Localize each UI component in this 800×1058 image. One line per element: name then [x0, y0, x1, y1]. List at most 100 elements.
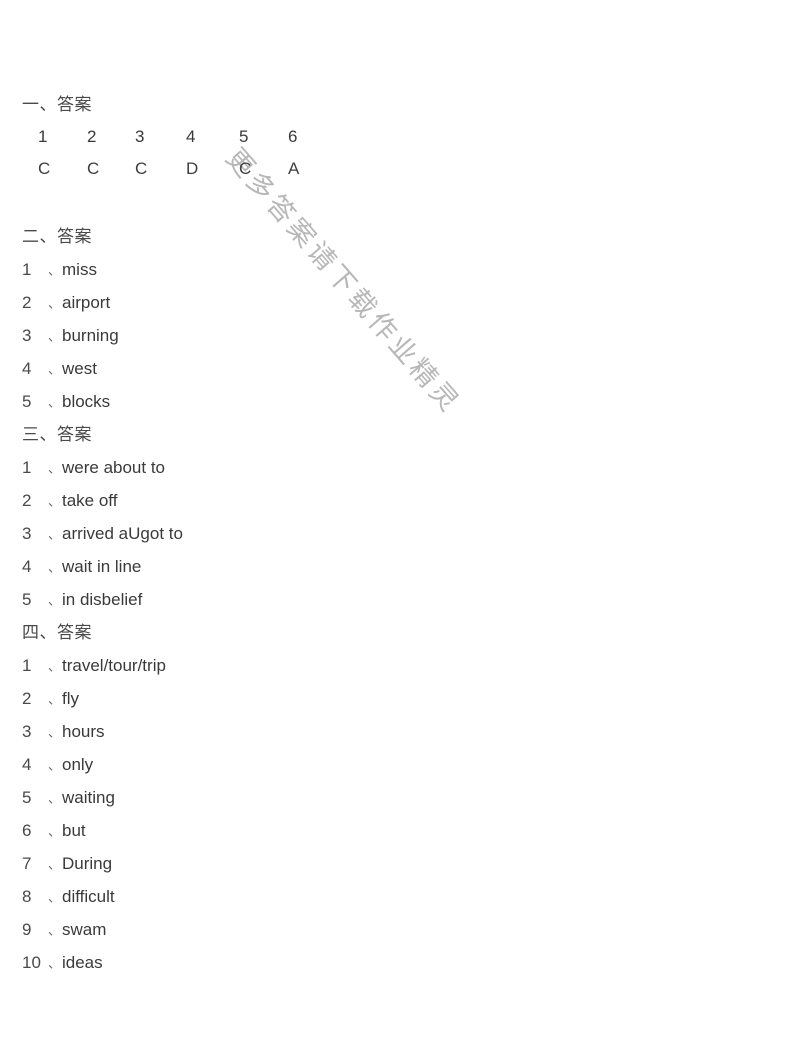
item-separator: 、	[48, 890, 62, 905]
answer-value-2: C	[87, 159, 100, 178]
answer-key-page: 更多答案请下载作业精灵 一、答案 1 2 3 4 5 6 C C C D C A…	[0, 0, 800, 1058]
item-answer: travel/tour/trip	[62, 656, 166, 675]
section-4-heading: 四、答案	[22, 623, 92, 642]
section-3: 三、答案 1 、were about to 2 、take off 3 、arrive…	[0, 418, 800, 616]
item-answer: were about to	[62, 458, 166, 477]
item-separator: 、	[48, 758, 62, 773]
item-number: 3	[22, 722, 32, 741]
item-answer: but	[62, 821, 86, 840]
item-number: 2	[22, 491, 32, 510]
list-item: 3 、burning	[0, 319, 800, 352]
list-item: 1 、travel/tour/trip	[0, 649, 800, 682]
item-number: 9	[22, 920, 32, 939]
item-separator: 、	[48, 956, 62, 971]
item-separator: 、	[48, 494, 62, 509]
item-answer: airport	[62, 293, 111, 312]
item-number: 3	[22, 524, 32, 543]
item-separator: 、	[48, 923, 62, 938]
answer-grid-header-row: 1 2 3 4 5 6	[0, 121, 800, 153]
section-1-heading: 一、答案	[22, 95, 92, 114]
item-number: 7	[22, 854, 32, 873]
answer-column-1: 1	[38, 127, 48, 146]
item-number: 4	[22, 359, 32, 378]
item-answer: burning	[62, 326, 119, 345]
answer-column-3: 3	[135, 127, 145, 146]
item-answer: in disbelief	[62, 590, 143, 609]
list-item: 5 、in disbelief	[0, 583, 800, 616]
list-item: 5 、blocks	[0, 385, 800, 418]
answer-column-4: 4	[186, 127, 196, 146]
item-separator: 、	[48, 659, 62, 674]
item-separator: 、	[48, 362, 62, 377]
list-item: 2 、fly	[0, 682, 800, 715]
list-item: 3 、arrived aUgot to	[0, 517, 800, 550]
item-number: 4	[22, 557, 32, 576]
item-separator: 、	[48, 692, 62, 707]
list-item: 1 、miss	[0, 253, 800, 286]
item-answer: swam	[62, 920, 107, 939]
item-separator: 、	[48, 461, 62, 476]
item-answer: west	[62, 359, 97, 378]
item-number: 2	[22, 293, 32, 312]
item-answer: During	[62, 854, 113, 873]
section-2-heading: 二、答案	[22, 227, 92, 246]
item-separator: 、	[48, 857, 62, 872]
answer-column-6: 6	[288, 127, 298, 146]
item-number: 1	[22, 260, 32, 279]
item-number: 10	[22, 953, 41, 972]
item-answer: take off	[62, 491, 118, 510]
item-separator: 、	[48, 725, 62, 740]
section-1-answer-grid: 1 2 3 4 5 6 C C C D C A	[0, 121, 800, 185]
item-answer: miss	[62, 260, 97, 279]
item-answer: fly	[62, 689, 79, 708]
list-item: 4 、west	[0, 352, 800, 385]
item-separator: 、	[48, 329, 62, 344]
document-content: 一、答案 1 2 3 4 5 6 C C C D C A 二、答案 1 、mis…	[0, 88, 800, 979]
item-separator: 、	[48, 560, 62, 575]
item-separator: 、	[48, 296, 62, 311]
list-item: 1 、were about to	[0, 451, 800, 484]
item-number: 5	[22, 788, 32, 807]
list-item: 4 、wait in line	[0, 550, 800, 583]
section-1: 一、答案 1 2 3 4 5 6 C C C D C A	[0, 88, 800, 185]
answer-grid-value-row: C C C D C A	[0, 153, 800, 185]
list-item: 7 、During	[0, 847, 800, 880]
section-3-heading: 三、答案	[22, 425, 92, 444]
item-separator: 、	[48, 593, 62, 608]
item-answer: difficult	[62, 887, 115, 906]
item-separator: 、	[48, 824, 62, 839]
item-number: 5	[22, 590, 32, 609]
item-number: 1	[22, 656, 32, 675]
section-4: 四、答案 1 、travel/tour/trip 2 、fly 3 、hours 4、…	[0, 616, 800, 979]
item-number: 4	[22, 755, 32, 774]
answer-column-2: 2	[87, 127, 97, 146]
list-item: 5 、waiting	[0, 781, 800, 814]
item-number: 8	[22, 887, 32, 906]
list-item: 2 、take off	[0, 484, 800, 517]
list-item: 4 、only	[0, 748, 800, 781]
item-number: 6	[22, 821, 32, 840]
list-item: 6 、but	[0, 814, 800, 847]
item-number: 2	[22, 689, 32, 708]
list-item: 8 、difficult	[0, 880, 800, 913]
list-item: 3 、hours	[0, 715, 800, 748]
answer-value-6: A	[288, 159, 300, 178]
item-separator: 、	[48, 395, 62, 410]
list-item: 9 、swam	[0, 913, 800, 946]
item-number: 3	[22, 326, 32, 345]
section-2: 二、答案 1 、miss 2 、airport 3 、burning 4 、west 5…	[0, 220, 800, 418]
item-separator: 、	[48, 263, 62, 278]
item-answer: only	[62, 755, 94, 774]
answer-column-5: 5	[239, 127, 249, 146]
item-number: 5	[22, 392, 32, 411]
item-answer: arrived aUgot to	[62, 524, 183, 543]
item-answer: wait in line	[62, 557, 142, 576]
answer-value-4: D	[186, 159, 199, 178]
answer-value-3: C	[135, 159, 148, 178]
item-number: 1	[22, 458, 32, 477]
item-answer: waiting	[62, 788, 115, 807]
item-separator: 、	[48, 527, 62, 542]
answer-value-5: C	[239, 159, 252, 178]
item-answer: blocks	[62, 392, 111, 411]
